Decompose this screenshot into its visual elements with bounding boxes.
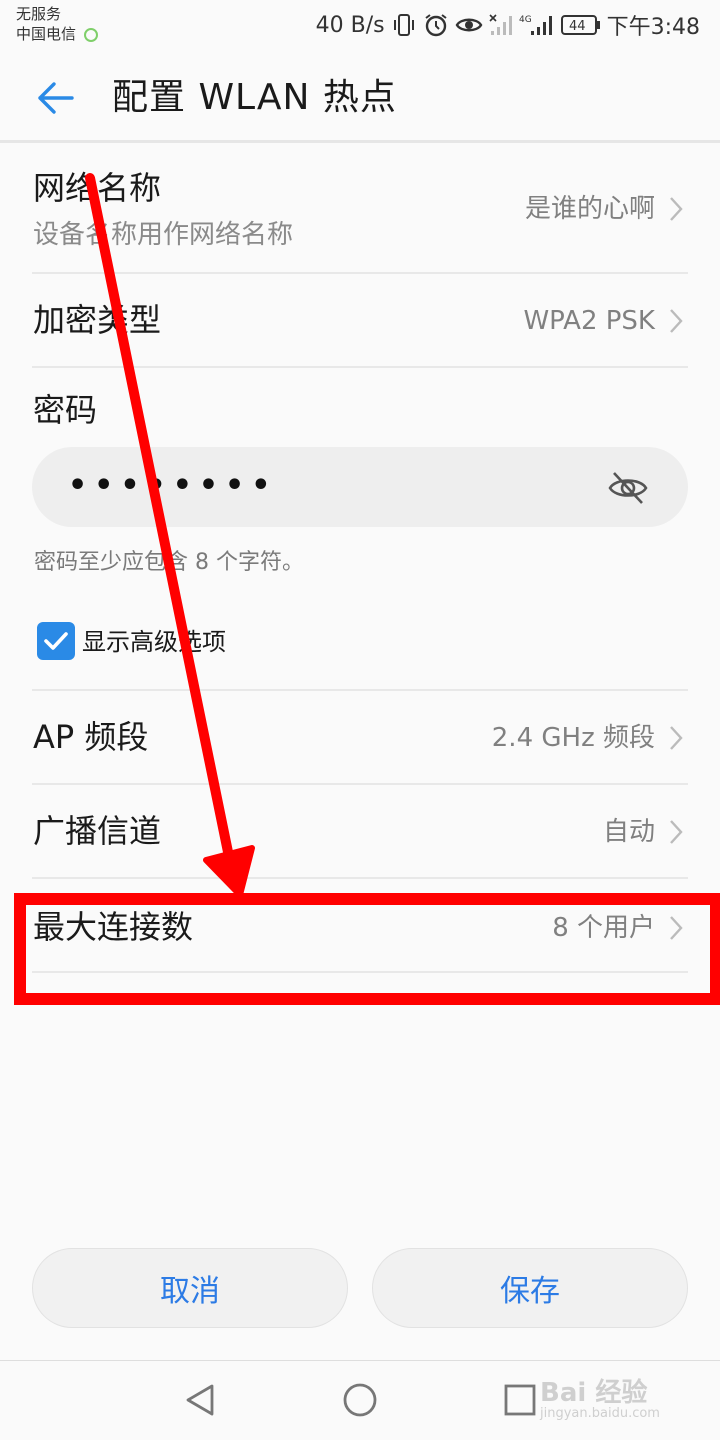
nav-bar-divider xyxy=(0,1360,720,1361)
status-bar-right: 40 B/s 4G 44 下午3:48 xyxy=(316,8,700,42)
vibrate-icon xyxy=(391,12,417,38)
battery-level: 44 xyxy=(569,19,586,34)
nav-recents-button[interactable] xyxy=(495,1376,545,1426)
advanced-options-label: 显示高级选项 xyxy=(82,628,226,656)
network-name-sublabel: 设备名称用作网络名称 xyxy=(33,220,294,250)
chevron-right-icon xyxy=(670,197,683,221)
data-indicator-icon xyxy=(84,27,99,42)
advanced-options-checkbox[interactable] xyxy=(37,622,75,660)
password-value: •••••••• xyxy=(68,468,278,503)
triangle-back-icon xyxy=(186,1384,214,1416)
carrier-status: 无服务 xyxy=(16,5,62,23)
broadcast-channel-row[interactable]: 广播信道 自动 xyxy=(0,785,720,877)
nav-back-button[interactable] xyxy=(176,1376,226,1426)
baidu-watermark-url: jingyan.baidu.com xyxy=(540,1406,660,1421)
circle-home-icon xyxy=(343,1383,377,1417)
eye-comfort-icon xyxy=(455,14,483,36)
chevron-right-icon xyxy=(670,726,683,750)
baidu-watermark: Bai 经验 xyxy=(540,1378,648,1408)
eye-off-icon xyxy=(608,472,648,504)
encryption-type-row[interactable]: 加密类型 WPA2 PSK xyxy=(0,274,720,366)
encryption-type-value: WPA2 PSK xyxy=(523,306,655,336)
password-hint: 密码至少应包含 8 个字符。 xyxy=(34,550,304,575)
svg-text:4G: 4G xyxy=(519,15,532,25)
encryption-type-label: 加密类型 xyxy=(33,301,162,339)
chevron-right-icon xyxy=(670,820,683,844)
toggle-password-visibility-button[interactable] xyxy=(606,468,650,508)
alarm-icon xyxy=(423,12,449,38)
status-bar-carrier: 无服务 中国电信 xyxy=(16,4,99,44)
network-name-value: 是谁的心啊 xyxy=(524,194,655,224)
header-divider xyxy=(0,140,720,143)
save-button[interactable]: 保存 xyxy=(372,1248,688,1328)
carrier-name: 中国电信 xyxy=(16,25,77,43)
signal-4g-icon: 4G xyxy=(519,13,555,37)
battery-icon: 44 xyxy=(560,14,601,36)
broadcast-channel-value: 自动 xyxy=(602,817,655,847)
nav-home-button[interactable] xyxy=(335,1376,385,1426)
broadcast-channel-label: 广播信道 xyxy=(33,812,162,850)
annotation-highlight-box xyxy=(14,893,720,1005)
network-name-row[interactable]: 网络名称 设备名称用作网络名称 是谁的心啊 xyxy=(0,160,720,272)
signal-none-icon xyxy=(489,13,513,37)
ap-band-value: 2.4 GHz 频段 xyxy=(491,723,655,753)
checkmark-icon xyxy=(44,632,68,650)
ap-band-label: AP 频段 xyxy=(33,718,149,756)
page-title: 配置 WLAN 热点 xyxy=(112,77,397,118)
password-label: 密码 xyxy=(33,391,98,429)
clock: 下午3:48 xyxy=(606,15,700,40)
divider xyxy=(32,366,688,368)
back-button[interactable] xyxy=(34,76,78,120)
chevron-right-icon xyxy=(670,309,683,333)
cancel-button[interactable]: 取消 xyxy=(32,1248,348,1328)
square-recents-icon xyxy=(504,1384,536,1416)
arrow-left-icon xyxy=(38,82,74,114)
ap-band-row[interactable]: AP 频段 2.4 GHz 频段 xyxy=(0,691,720,783)
net-speed: 40 B/s xyxy=(315,12,385,38)
network-name-label: 网络名称 xyxy=(33,169,162,207)
